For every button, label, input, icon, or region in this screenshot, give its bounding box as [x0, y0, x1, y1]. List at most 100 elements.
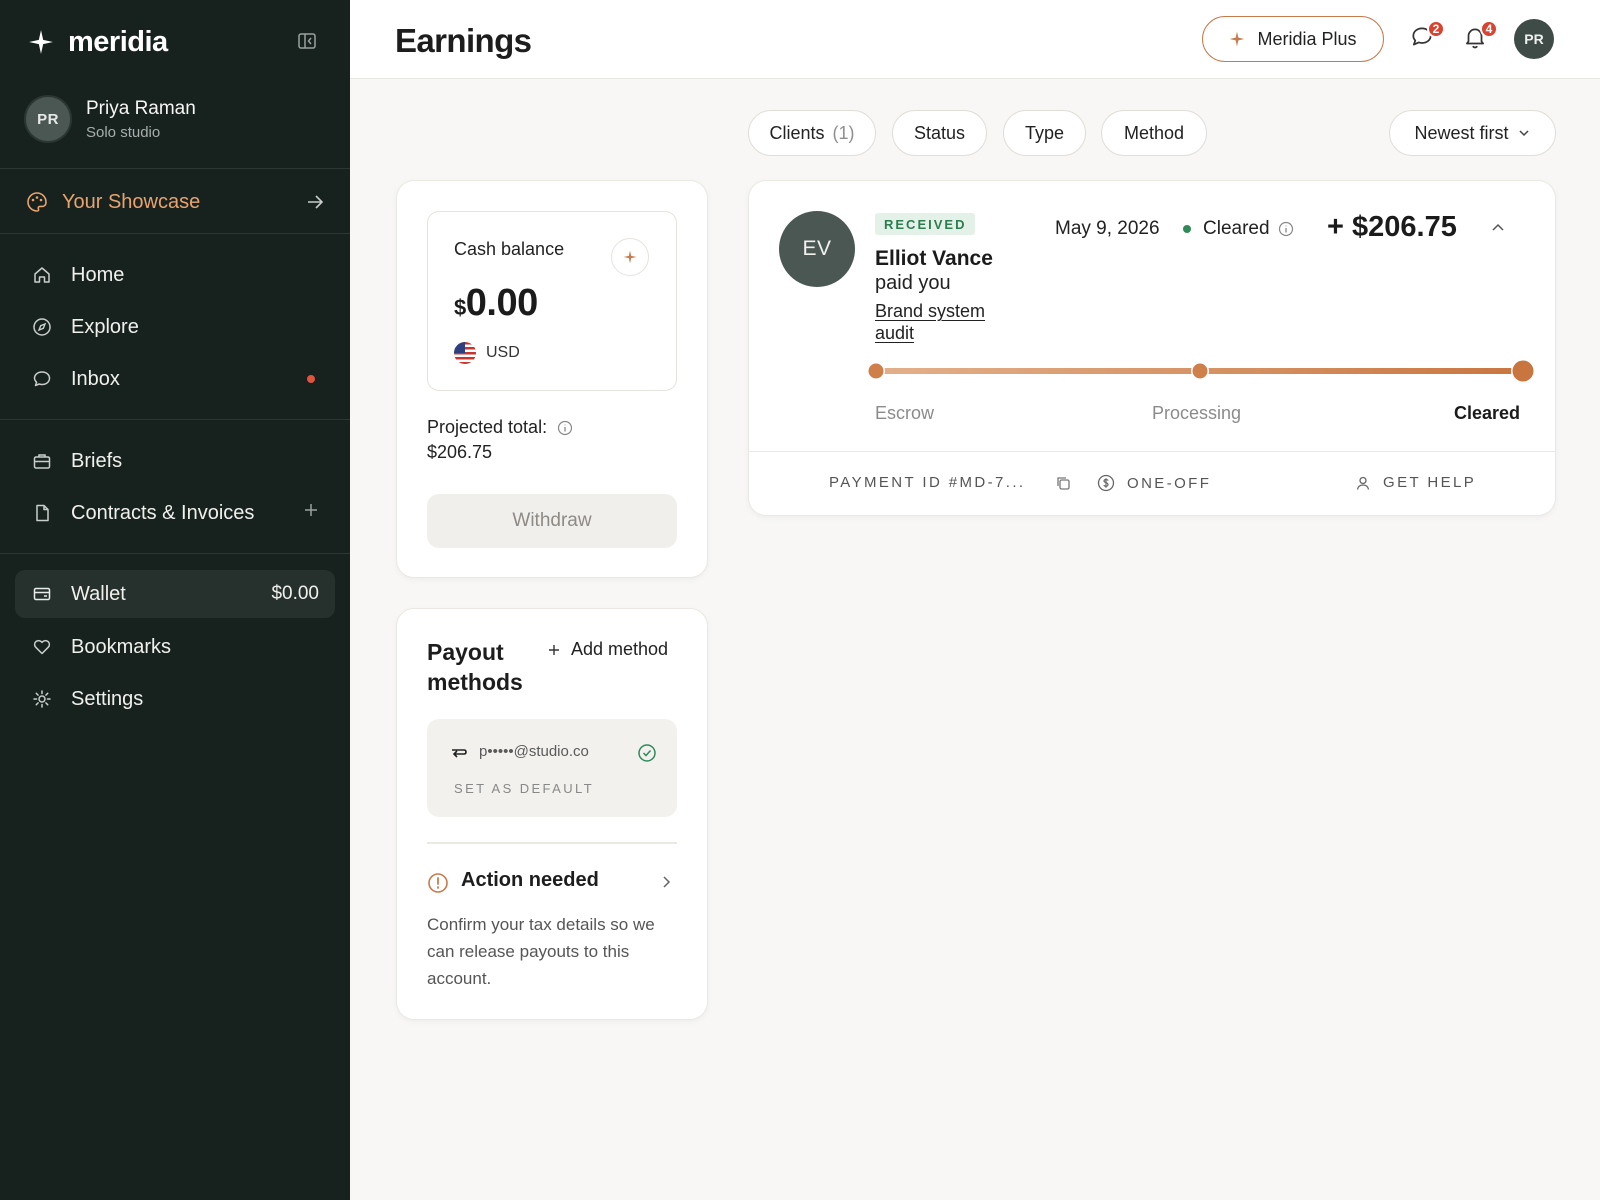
profile-subtitle: Solo studio — [86, 123, 161, 141]
brand[interactable]: meridia — [28, 22, 168, 62]
heart-icon — [31, 636, 53, 658]
unread-dot — [307, 375, 315, 383]
profile[interactable]: PR Priya Raman Solo studio — [24, 95, 196, 143]
filter-clients[interactable]: Clients (1) — [748, 110, 876, 156]
filter-label: Status — [913, 122, 966, 143]
divider — [0, 168, 350, 169]
cash-balance-amount: $0.00 — [454, 282, 538, 325]
projected-value: $206.75 — [427, 442, 493, 462]
home-icon — [31, 264, 53, 286]
transaction-amount: + $206.75 — [1327, 211, 1457, 243]
progress-step-cleared — [1512, 360, 1534, 382]
add-contract-icon[interactable] — [303, 502, 319, 524]
sparkle-logo-icon — [29, 30, 53, 54]
showcase-link[interactable]: Your Showcase — [26, 187, 326, 217]
balance-value: 0.00 — [465, 282, 538, 324]
wallet-icon — [31, 583, 53, 605]
nav-item-wallet[interactable]: Wallet $0.00 — [15, 570, 335, 618]
nav-label: Briefs — [71, 449, 123, 472]
transaction-status: Cleared — [1183, 218, 1294, 240]
nav-item-bookmarks[interactable]: Bookmarks — [15, 623, 335, 671]
brand-name: meridia — [68, 25, 168, 58]
divider — [0, 419, 350, 420]
withdraw-button[interactable]: Withdraw — [427, 494, 677, 548]
briefcase-icon — [31, 450, 53, 472]
sort-dropdown[interactable]: Newest first — [1389, 110, 1556, 156]
nav-label: Wallet — [71, 582, 126, 605]
payout-methods-card: Payout methods Add method p•••••@studio.… — [396, 608, 708, 1020]
status-badge: RECEIVED — [875, 213, 976, 235]
add-method-button[interactable]: Add method — [547, 639, 668, 660]
sparkle-icon — [1230, 31, 1245, 47]
payout-account: p•••••@studio.co — [479, 743, 589, 760]
divider — [427, 842, 677, 844]
nav-item-home[interactable]: Home — [15, 251, 335, 299]
stage-escrow: Escrow — [875, 403, 935, 423]
transaction-footer: PAYMENT ID #MD-7... ONE-OFF GET HELP — [749, 451, 1555, 515]
sparkle-button[interactable] — [611, 238, 649, 276]
payout-methods-title: Payout methods — [427, 639, 523, 695]
project-link[interactable]: Brand system audit — [875, 300, 1005, 344]
cash-balance-label: Cash balance — [454, 239, 565, 259]
info-icon[interactable] — [1278, 221, 1294, 237]
page-title: Earnings — [395, 22, 532, 59]
nav-label: Home — [71, 263, 125, 286]
plus-icon — [549, 644, 559, 655]
nav-item-briefs[interactable]: Briefs — [15, 437, 335, 485]
stage-processing: Processing — [1152, 403, 1242, 423]
transfer-icon — [452, 749, 467, 758]
profile-name: Priya Raman — [86, 97, 196, 119]
chevron-up-icon[interactable] — [1489, 219, 1507, 237]
notifications-badge: 4 — [1480, 20, 1498, 38]
copy-icon[interactable] — [1055, 475, 1071, 491]
payout-method-item[interactable]: p•••••@studio.co SET AS DEFAULT — [427, 719, 677, 817]
chevron-down-icon — [1518, 130, 1529, 137]
user-icon — [1356, 476, 1370, 490]
nav-label: Settings — [71, 687, 144, 710]
messages-button[interactable]: 2 — [1409, 20, 1445, 54]
showcase-label: Your Showcase — [62, 190, 201, 213]
currency-code: USD — [486, 344, 520, 361]
divider — [0, 553, 350, 554]
sort-label: Newest first — [1414, 122, 1509, 143]
balance-card: Cash balance $0.00 USD Projected total: … — [396, 180, 708, 578]
get-help-label: GET HELP — [1383, 474, 1477, 491]
sparkle-icon — [623, 250, 637, 264]
filter-method[interactable]: Method — [1101, 110, 1207, 156]
compass-icon — [31, 316, 53, 338]
status-label: Cleared — [1203, 218, 1270, 239]
currency-symbol: $ — [454, 295, 466, 320]
action-needed-body: Confirm your tax details so we can relea… — [427, 915, 655, 988]
nav-item-explore[interactable]: Explore — [15, 303, 335, 351]
transaction-card: EV RECEIVED Elliot Vance paid you Brand … — [748, 180, 1556, 516]
nav-label: Bookmarks — [71, 635, 172, 658]
nav-label: Inbox — [71, 367, 120, 390]
set-default-button[interactable]: SET AS DEFAULT — [454, 781, 594, 796]
transaction-date: May 9, 2026 — [1055, 218, 1160, 239]
projected-label: Projected total: — [427, 417, 548, 437]
alert-circle-icon — [428, 873, 448, 893]
chevron-right-icon[interactable] — [659, 875, 673, 889]
filter-type[interactable]: Type — [1003, 110, 1086, 156]
collapse-sidebar-icon[interactable] — [296, 30, 318, 52]
progress-step-escrow — [868, 363, 884, 379]
avatar[interactable]: PR — [1514, 19, 1554, 59]
payer-avatar: EV — [779, 211, 855, 287]
info-icon[interactable] — [557, 420, 573, 436]
nav-item-contracts[interactable]: Contracts & Invoices — [15, 489, 335, 537]
filter-label: Type — [1024, 122, 1065, 143]
meridia-plus-button[interactable]: Meridia Plus — [1202, 16, 1384, 62]
paid-text: paid you — [875, 272, 951, 294]
get-help-button[interactable]: GET HELP — [1355, 474, 1476, 491]
action-needed-title[interactable]: Action needed — [461, 869, 599, 892]
gear-icon — [31, 688, 53, 710]
palette-icon — [27, 192, 47, 212]
nav-item-settings[interactable]: Settings — [15, 675, 335, 723]
nav-item-inbox[interactable]: Inbox — [15, 355, 335, 403]
filter-status[interactable]: Status — [892, 110, 987, 156]
filter-count: (1) — [832, 122, 855, 143]
filter-label: Method — [1123, 122, 1185, 143]
projected-total: Projected total: $206.75 — [427, 415, 573, 465]
sidebar: meridia PR Priya Raman Solo studio Your … — [0, 0, 350, 1200]
notifications-button[interactable]: 4 — [1462, 20, 1498, 54]
